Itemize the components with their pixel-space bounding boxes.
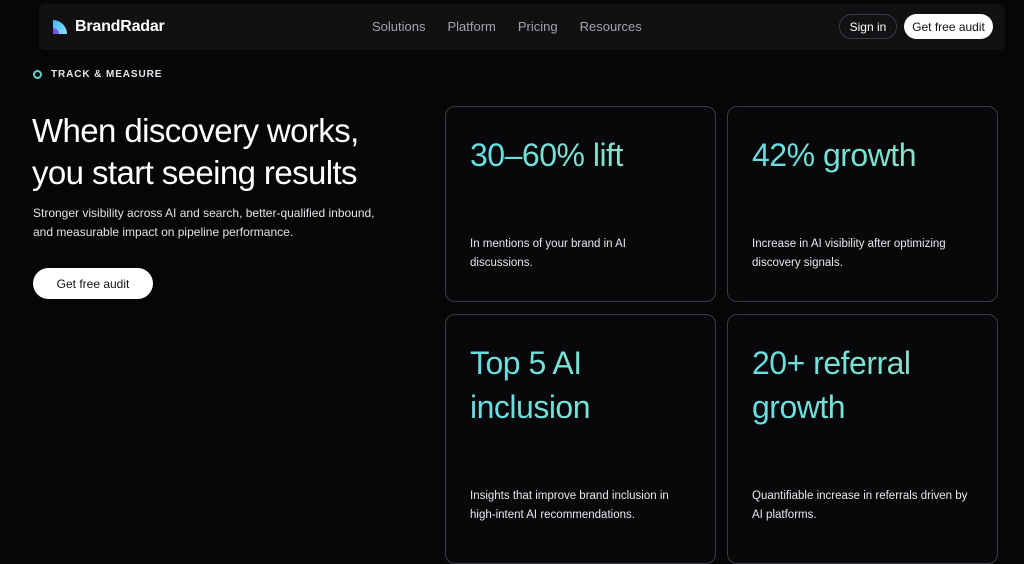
stat-description-line-1: Quantifiable increase in referrals drive… xyxy=(752,490,968,502)
stat-value-line-2: inclusion xyxy=(470,389,591,425)
brandradar-logo-icon xyxy=(53,20,67,34)
stat-description-line-2: discovery signals. xyxy=(752,257,843,269)
stat-description-line-2: high-intent AI recommendations. xyxy=(470,509,635,521)
hero-subtext-line-2: and measurable impact on pipeline perfor… xyxy=(33,225,294,239)
stat-card-mentions-lift: 30–60% lift In mentions of your brand in… xyxy=(445,106,716,302)
stat-description: Quantifiable increase in referrals drive… xyxy=(752,487,982,525)
top-navbar: BrandRadar Solutions Platform Pricing Re… xyxy=(39,4,1005,50)
sign-in-button[interactable]: Sign in xyxy=(839,14,897,39)
stat-value-line-1: 20+ referral xyxy=(752,345,911,381)
stat-card-visibility-growth: 42% growth Increase in AI visibility aft… xyxy=(727,106,998,302)
ring-dot-icon xyxy=(33,70,42,79)
hero-subtext-line-1: Stronger visibility across AI and search… xyxy=(33,206,375,220)
stat-card-referral-growth: 20+ referral growth Quantifiable increas… xyxy=(727,314,998,564)
nav-link-solutions[interactable]: Solutions xyxy=(372,19,425,34)
nav-link-pricing[interactable]: Pricing xyxy=(518,19,558,34)
stat-description-line-1: Increase in AI visibility after optimizi… xyxy=(752,238,946,250)
stat-value: Top 5 AI inclusion xyxy=(470,341,710,429)
stat-value-line-1: 42% growth xyxy=(752,137,916,173)
hero-headline-line-2: you start seeing results xyxy=(32,154,358,191)
stat-description: In mentions of your brand in AI discussi… xyxy=(470,235,700,273)
stat-description: Increase in AI visibility after optimizi… xyxy=(752,235,982,273)
stat-value: 42% growth xyxy=(752,133,992,177)
stat-value: 20+ referral growth xyxy=(752,341,992,429)
section-eyebrow: TRACK & MEASURE xyxy=(33,69,162,80)
stat-description-line-1: In mentions of your brand in AI xyxy=(470,238,626,250)
hero-headline-line-1: When discovery works, xyxy=(32,112,359,149)
hero-get-free-audit-button[interactable]: Get free audit xyxy=(33,268,153,299)
stat-value-line-1: 30–60% lift xyxy=(470,137,623,173)
stat-description-line-2: AI platforms. xyxy=(752,509,817,521)
nav-get-free-audit-button[interactable]: Get free audit xyxy=(904,14,993,39)
brand-logo-link[interactable]: BrandRadar xyxy=(51,18,165,36)
hero-subtext: Stronger visibility across AI and search… xyxy=(33,204,403,242)
eyebrow-label: TRACK & MEASURE xyxy=(51,69,163,80)
brand-name: BrandRadar xyxy=(75,18,165,35)
nav-link-platform[interactable]: Platform xyxy=(447,19,495,34)
stat-value: 30–60% lift xyxy=(470,133,710,177)
stat-description: Insights that improve brand inclusion in… xyxy=(470,487,700,525)
nav-link-resources[interactable]: Resources xyxy=(580,19,642,34)
stat-description-line-2: discussions. xyxy=(470,257,533,269)
stat-value-line-2: growth xyxy=(752,389,846,425)
stat-card-top5-inclusion: Top 5 AI inclusion Insights that improve… xyxy=(445,314,716,564)
stat-description-line-1: Insights that improve brand inclusion in xyxy=(470,490,669,502)
hero-headline: When discovery works, you start seeing r… xyxy=(32,110,422,194)
main-nav: Solutions Platform Pricing Resources xyxy=(372,19,642,34)
stat-value-line-1: Top 5 AI xyxy=(470,345,582,381)
